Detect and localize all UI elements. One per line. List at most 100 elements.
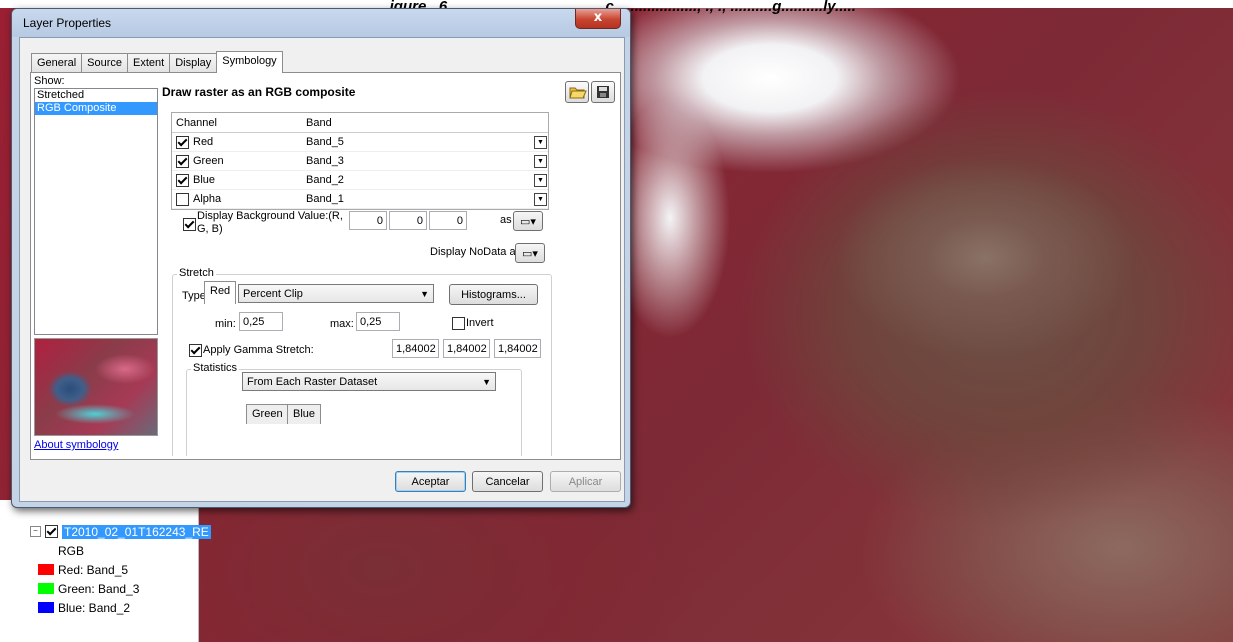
- min-label: min:: [215, 318, 236, 330]
- grid-header: Channel Band: [172, 113, 548, 133]
- stretch-type-select[interactable]: Percent Clip ▼: [238, 284, 434, 303]
- gamma-green-input[interactable]: 1,84002: [443, 339, 490, 358]
- renderer-item-rgb-composite[interactable]: RGB Composite: [35, 102, 157, 115]
- legend-item: Red: Band_5: [30, 560, 211, 579]
- folder-open-icon: [569, 87, 587, 99]
- legend-item: Blue: Band_2: [30, 598, 211, 617]
- about-symbology-link[interactable]: About symbology: [34, 439, 118, 451]
- color-swatch-icon: ▭▾: [520, 216, 536, 228]
- subtab-blue[interactable]: Blue: [287, 404, 322, 424]
- ok-button[interactable]: Aceptar: [395, 471, 466, 492]
- table-of-contents: − T2010_02_01T162243_RE RGB Red: Band_5 …: [30, 522, 211, 617]
- blue-channel-checkbox[interactable]: [176, 173, 189, 187]
- stretch-type-value: Percent Clip: [243, 288, 303, 300]
- renderer-list[interactable]: Stretched RGB Composite: [34, 88, 158, 335]
- band-select-blue[interactable]: Band_2 ▼: [306, 173, 548, 187]
- blue-swatch[interactable]: [38, 602, 54, 613]
- nodata-color-picker[interactable]: ▭▾: [515, 243, 545, 263]
- dialog-titlebar[interactable]: Layer Properties x: [12, 9, 630, 37]
- toc-layer-row[interactable]: − T2010_02_01T162243_RE: [30, 522, 211, 541]
- show-label: Show:: [34, 75, 65, 87]
- min-input[interactable]: 0,25: [239, 312, 283, 331]
- invert-label: Invert: [466, 317, 494, 329]
- tab-strip: General Source Extent Display Symbology: [31, 51, 283, 73]
- background-g-input[interactable]: 0: [389, 211, 427, 230]
- chevron-down-icon[interactable]: ▼: [534, 192, 547, 206]
- tab-display[interactable]: Display: [169, 53, 218, 73]
- band-value: Band_3: [306, 155, 344, 167]
- gamma-stretch-label: Apply Gamma Stretch:: [203, 344, 314, 356]
- gamma-stretch-checkbox[interactable]: [189, 344, 202, 357]
- options-scroll-area[interactable]: Channel Band Red Band_5 ▼ Green Band_3 ▼ B…: [162, 110, 608, 456]
- band-select-green[interactable]: Band_3 ▼: [306, 154, 548, 168]
- save-layer-button[interactable]: [591, 81, 615, 103]
- statistics-value: From Each Raster Dataset: [247, 376, 378, 388]
- layer-visibility-checkbox[interactable]: [45, 525, 58, 538]
- cancel-button[interactable]: Cancelar: [472, 471, 543, 492]
- subtab-red[interactable]: Red: [204, 281, 237, 304]
- background-label-line1: Display Background Value:(R,: [197, 210, 343, 222]
- channel-row-red: Red Band_5 ▼: [172, 133, 548, 152]
- column-header-channel: Channel: [176, 116, 217, 129]
- band-select-red[interactable]: Band_5 ▼: [306, 135, 548, 149]
- close-icon: x: [593, 10, 603, 25]
- channel-row-blue: Blue Band_2 ▼: [172, 171, 548, 190]
- green-channel-checkbox[interactable]: [176, 154, 189, 168]
- stretch-group-label: Stretch: [177, 267, 216, 279]
- max-label: max:: [330, 318, 354, 330]
- alpha-channel-checkbox[interactable]: [176, 192, 189, 206]
- channel-label: Alpha: [193, 193, 222, 205]
- invert-checkbox[interactable]: [452, 317, 465, 330]
- save-icon: [597, 86, 609, 98]
- gamma-blue-input[interactable]: 1,84002: [494, 339, 541, 358]
- open-layer-button[interactable]: [565, 81, 589, 103]
- dialog-title: Layer Properties: [23, 16, 112, 30]
- red-swatch[interactable]: [38, 564, 54, 575]
- as-label: as: [500, 214, 512, 226]
- legend-label: Blue: Band_2: [58, 600, 131, 615]
- histograms-button[interactable]: Histograms...: [449, 284, 538, 305]
- tab-general[interactable]: General: [31, 53, 83, 73]
- collapse-icon[interactable]: −: [30, 526, 41, 537]
- color-swatch-icon: ▭▾: [522, 248, 538, 260]
- band-select-alpha[interactable]: Band_1 ▼: [306, 192, 548, 206]
- toc-renderer-row: RGB: [30, 541, 211, 560]
- chevron-down-icon[interactable]: ▼: [534, 135, 547, 149]
- renderer-item-stretched[interactable]: Stretched: [35, 89, 157, 102]
- nodata-label: Display NoData as: [430, 246, 522, 258]
- background-r-input[interactable]: 0: [349, 211, 387, 230]
- chevron-down-icon[interactable]: ▼: [534, 173, 547, 187]
- background-color-picker[interactable]: ▭▾: [513, 211, 543, 231]
- close-button[interactable]: x: [575, 9, 621, 29]
- chevron-down-icon: ▼: [482, 377, 491, 387]
- tab-symbology[interactable]: Symbology: [216, 51, 283, 73]
- layer-properties-dialog: Layer Properties x General Source Extent…: [11, 8, 631, 508]
- legend-item: Green: Band_3: [30, 579, 211, 598]
- channel-label: Blue: [193, 174, 216, 186]
- dialog-body: General Source Extent Display Symbology …: [19, 37, 625, 502]
- statistics-group-label: Statistics: [191, 362, 240, 374]
- renderer-label: RGB: [58, 543, 85, 558]
- subtab-green[interactable]: Green: [246, 404, 289, 424]
- chevron-down-icon[interactable]: ▼: [534, 154, 547, 168]
- background-b-input[interactable]: 0: [429, 211, 467, 230]
- apply-button[interactable]: Aplicar: [550, 471, 621, 492]
- tab-extent[interactable]: Extent: [127, 53, 171, 73]
- gamma-red-input[interactable]: 1,84002: [392, 339, 439, 358]
- legend-label: Red: Band_5: [58, 562, 129, 577]
- band-value: Band_5: [306, 136, 344, 148]
- legend-label: Green: Band_3: [58, 581, 140, 596]
- chevron-down-icon: ▼: [420, 289, 429, 299]
- column-header-band: Band: [306, 117, 548, 129]
- layer-name[interactable]: T2010_02_01T162243_RE: [62, 524, 211, 539]
- tab-source[interactable]: Source: [81, 53, 128, 73]
- statistics-select[interactable]: From Each Raster Dataset ▼: [242, 372, 496, 391]
- green-swatch[interactable]: [38, 583, 54, 594]
- red-channel-checkbox[interactable]: [176, 135, 189, 149]
- band-value: Band_1: [306, 193, 344, 205]
- max-input[interactable]: 0,25: [356, 312, 400, 331]
- background-value-checkbox[interactable]: [183, 218, 196, 231]
- symbology-panel: Show: Stretched RGB Composite About symb…: [30, 72, 621, 460]
- band-value: Band_2: [306, 174, 344, 186]
- channel-row-alpha: Alpha Band_1 ▼: [172, 190, 548, 209]
